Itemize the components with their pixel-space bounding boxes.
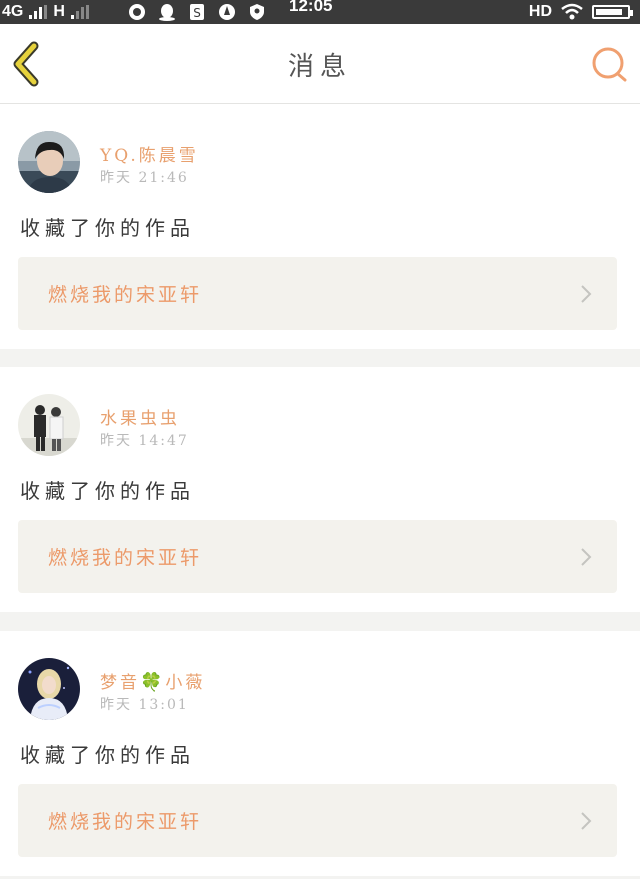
signal-strength-icon (70, 5, 89, 19)
avatar-photo (18, 131, 80, 193)
sim-card-icon: S (190, 4, 204, 20)
chat-bubble-icon (129, 4, 145, 20)
navigation-bar: 消息 (0, 24, 640, 104)
wifi-icon (561, 3, 583, 20)
network-type-h: H (53, 3, 65, 20)
svg-text:S: S (193, 6, 201, 20)
status-bar: 4G H S 12:05 HD (0, 0, 640, 24)
action-text: 收藏了你的作品 (20, 743, 195, 767)
avatar-photo (18, 658, 80, 720)
penguin-icon (159, 4, 175, 21)
user-name[interactable]: YQ.陈晨雪 (100, 141, 199, 166)
location-shield-icon (250, 4, 264, 20)
work-title: 燃烧我的宋亚轩 (48, 811, 203, 833)
clover-icon: 🍀 (140, 672, 166, 693)
chevron-right-icon (581, 548, 592, 566)
work-title: 燃烧我的宋亚轩 (48, 547, 203, 569)
user-name-prefix: 梦音 (100, 673, 140, 693)
avatar[interactable] (18, 658, 80, 720)
battery-icon (592, 5, 633, 19)
compass-icon (219, 4, 235, 20)
battery-level (596, 9, 622, 15)
action-text: 收藏了你的作品 (20, 479, 195, 503)
hd-voice-label: HD (528, 3, 552, 20)
work-link[interactable]: 燃烧我的宋亚轩 (18, 257, 617, 330)
system-indicators: HD (528, 0, 633, 24)
user-name-suffix: 小薇 (165, 673, 206, 693)
message-timestamp: 昨天 14:47 (100, 433, 189, 449)
chevron-right-icon (581, 285, 592, 303)
signal-strength-icon (29, 5, 48, 19)
avatar-photo (18, 394, 80, 456)
network-type-4g: 4G (2, 3, 24, 20)
network-indicators: 4G H (2, 0, 89, 24)
page-title: 消息 (287, 52, 352, 82)
action-text: 收藏了你的作品 (20, 216, 195, 240)
avatar[interactable] (18, 394, 80, 456)
user-name[interactable]: 梦音🍀小薇 (100, 668, 205, 693)
chevron-right-icon (581, 812, 592, 830)
search-icon[interactable] (590, 45, 630, 85)
avatar[interactable] (18, 131, 80, 193)
message-timestamp: 昨天 21:46 (100, 170, 189, 186)
message-card: YQ.陈晨雪 昨天 21:46 收藏了你的作品 燃烧我的宋亚轩 (0, 104, 640, 349)
clock-time: 12:05 (289, 0, 333, 15)
work-link[interactable]: 燃烧我的宋亚轩 (18, 520, 617, 593)
message-timestamp: 昨天 13:01 (100, 697, 189, 713)
work-link[interactable]: 燃烧我的宋亚轩 (18, 784, 617, 857)
user-name[interactable]: 水果虫虫 (100, 404, 180, 429)
notification-icons: S (128, 3, 266, 21)
message-card: 水果虫虫 昨天 14:47 收藏了你的作品 燃烧我的宋亚轩 (0, 367, 640, 612)
work-title: 燃烧我的宋亚轩 (48, 284, 203, 306)
message-card: 梦音🍀小薇 昨天 13:01 收藏了你的作品 燃烧我的宋亚轩 (0, 631, 640, 876)
